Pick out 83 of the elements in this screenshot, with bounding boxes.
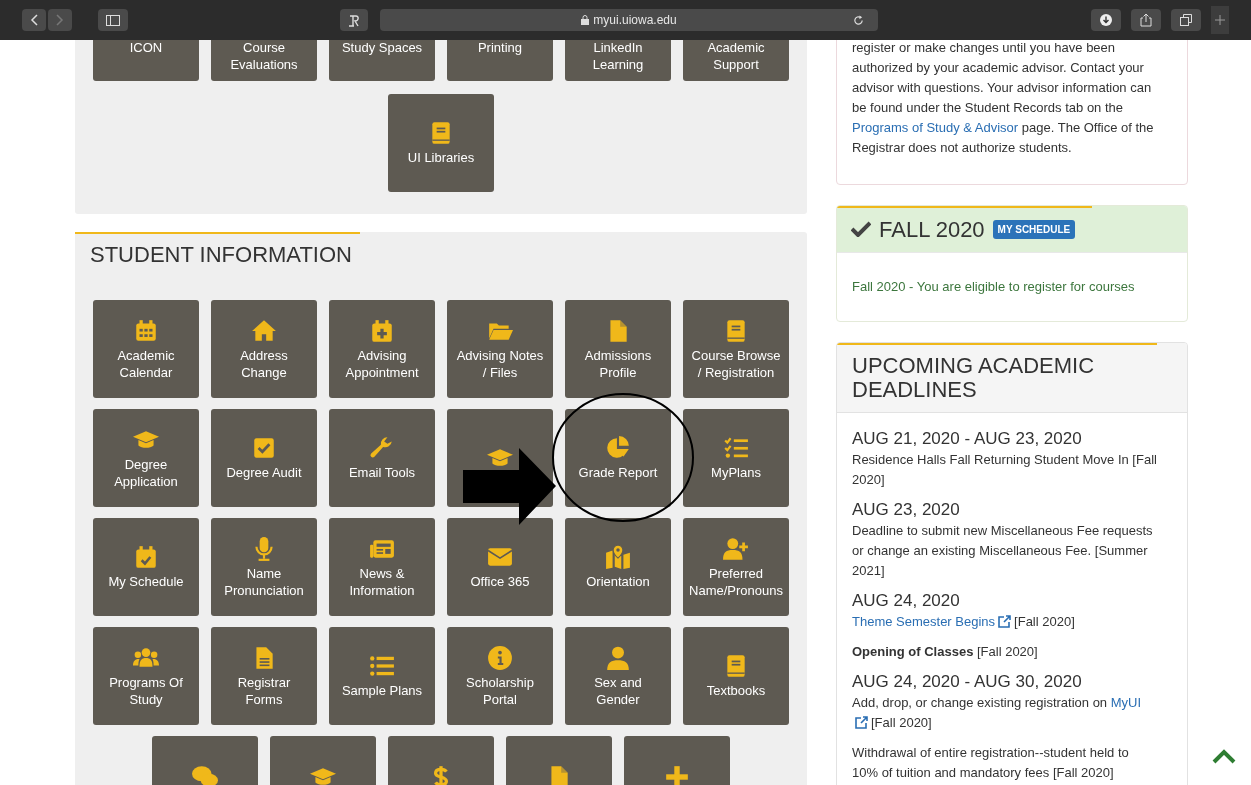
user-icon [605,644,631,671]
plus-icon [1215,15,1225,25]
list-icon [369,653,395,679]
app-tile[interactable]: Academic Calendar [93,300,199,398]
app-tile[interactable]: Address Change [211,300,317,398]
section-title: STUDENT INFORMATION [90,242,353,268]
app-tile[interactable]: Email Tools [329,409,435,507]
plus-icon [664,764,690,785]
deadline-text: Opening of Classes [Fall 2020] [852,643,1039,661]
external-link-icon [998,615,1012,628]
address-field[interactable]: myui.uiowa.edu [380,9,878,31]
app-tile[interactable]: UI Libraries [388,94,494,192]
deadline-text: Deadline to submit new Miscellaneous Fee requests or change an existing Miscellaneous Fee. [Summer 2021] [852,522,1154,580]
deadline-link[interactable]: MyUI [1110,695,1142,710]
extension-icon [348,13,360,27]
app-tile[interactable]: Sex and Gender [565,627,671,725]
deadline-text: Theme Semester Begins [Fall 2020] [852,613,1076,631]
checklist-icon [723,435,749,461]
deadline-text: Withdrawal of entire registration--student held to 10% of tuition and mandatory fees [Fall 2020] [852,744,1130,782]
deadline-text: Add, drop, or change existing registration on MyUI [Fall 2020] [852,694,1143,732]
deadline-date: AUG 23, 2020 [852,499,961,521]
deadline-date: AUG 24, 2020 - AUG 30, 2020 [852,671,1083,693]
app-tile[interactable]: Name Pronunciation [211,518,317,616]
checkbox-icon [251,435,277,461]
forward-icon [56,14,64,26]
app-tile[interactable]: Sample Plans [329,627,435,725]
app-tile[interactable]: Printing [447,40,553,81]
app-tile[interactable]: News & Information [329,518,435,616]
deadline-date: AUG 24, 2020 [852,590,961,612]
app-tile[interactable]: Advising Appointment [329,300,435,398]
share-icon [1140,13,1152,27]
app-tile[interactable]: Degree Application [93,409,199,507]
share-button[interactable] [1131,9,1161,31]
app-tile[interactable]: Degree Audit [211,409,317,507]
info-icon [487,644,513,671]
map-pin-icon [605,544,631,570]
back-button[interactable] [22,9,46,31]
app-tile[interactable]: LinkedIn Learning [565,40,671,81]
check-icon [851,221,871,237]
app-tile[interactable]: Textbooks [683,627,789,725]
external-link-icon [855,716,868,729]
url-text: myui.uiowa.edu [593,12,677,29]
app-tile[interactable]: ICON [93,40,199,81]
extension-button[interactable] [340,9,368,31]
app-tile[interactable]: Grade Report [565,409,671,507]
app-tile[interactable]: Advising Notes / Files [447,300,553,398]
calendar-check-icon [133,544,159,570]
app-tile[interactable]: Office 365 [447,518,553,616]
lock-icon [581,15,590,25]
notice-text: register or make changes until you have been authorized by your academic advisor. Contact your advisor with questions. Your advisor information can be found under the Student Records tab on the Programs of Study & Advisor page. The Office of the Registrar does not authorize students. [852,40,1155,157]
deadlines-title: UPCOMING ACADEMIC DEADLINES [852,353,1096,402]
scroll-up-icon[interactable] [1212,748,1236,764]
app-tile[interactable]: Academic Support [683,40,789,81]
sidebar-button[interactable] [98,9,128,31]
app-tile[interactable]: Course Browse / Registration [683,300,789,398]
app-tile[interactable]: Programs Of Study [93,627,199,725]
term-title: FALL 2020 [879,215,985,244]
schedule-badge[interactable]: MY SCHEDULE [992,219,1076,239]
eligibility-text: Fall 2020 - You are eligible to register for courses [852,278,1135,297]
app-tile[interactable]: Course Evaluations [211,40,317,81]
app-tile[interactable]: Admissions Profile [565,300,671,398]
reload-icon[interactable] [853,14,864,26]
app-tile[interactable]: Registrar Forms [211,627,317,725]
download-icon [1100,14,1112,26]
tabs-icon [1180,14,1192,26]
downloads-button[interactable] [1091,9,1121,31]
pie-chart-icon [605,435,631,461]
app-tile[interactable]: MyPlans [683,409,789,507]
user-plus-icon [723,535,749,562]
deadline-text: Residence Halls Fall Returning Student Move In [Fall 2020] [852,451,1157,489]
app-tile[interactable]: My Schedule [93,518,199,616]
deadline-link[interactable]: Theme Semester Begins [852,614,996,629]
app-tile[interactable]: Scholarship Portal [447,627,553,725]
app-tile[interactable]: Orientation [565,518,671,616]
speech-bubbles-icon [192,764,218,785]
tabs-button[interactable] [1171,9,1201,31]
calendar-plus-icon [369,317,395,344]
back-icon [30,14,38,26]
calendar-icon [133,317,159,344]
advisor-link[interactable]: Programs of Study & Advisor [852,120,1019,135]
app-tile[interactable]: Preferred Name/Pronouns [683,518,789,616]
deadline-date: AUG 21, 2020 - AUG 23, 2020 [852,428,1083,450]
app-tile[interactable]: Study Spaces [329,40,435,81]
